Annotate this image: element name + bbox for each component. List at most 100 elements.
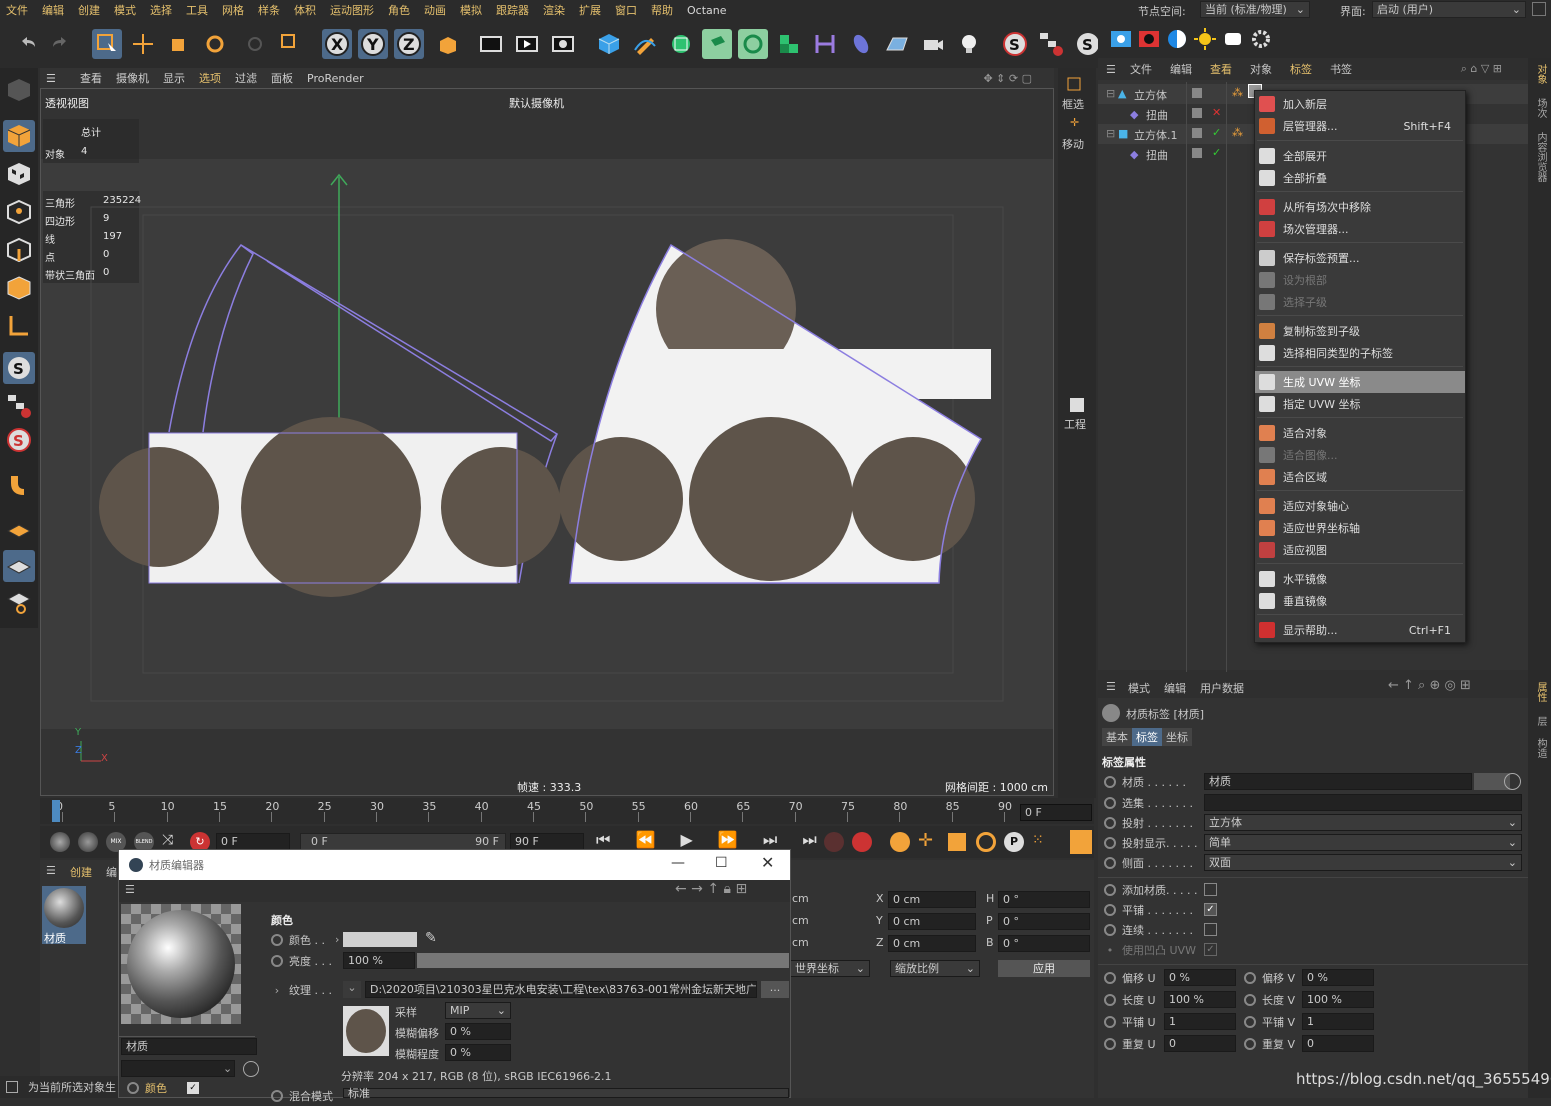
model-mode-icon[interactable] xyxy=(3,120,35,152)
context-menu-item[interactable]: 指定 UVW 坐标 xyxy=(1255,393,1465,415)
enabled-check-icon[interactable]: ✓ xyxy=(1212,146,1221,159)
blur-offset-field[interactable]: 0 % xyxy=(445,1023,511,1040)
expand-toggle-icon[interactable]: ⊟ xyxy=(1106,87,1115,100)
menu-item[interactable]: 文件 xyxy=(6,2,28,18)
tag-icon[interactable]: ⁂ xyxy=(1232,86,1243,99)
octane-live-viewer-icon[interactable] xyxy=(1106,24,1136,54)
om-hamburger-icon[interactable]: ☰ xyxy=(1106,63,1116,76)
playhead[interactable] xyxy=(52,800,60,822)
end-frame-field[interactable]: 90 F xyxy=(510,833,584,850)
tile-checkbox[interactable]: ✓ xyxy=(1204,903,1217,916)
side-tab-content-browser[interactable]: 内容浏览器 xyxy=(1533,132,1548,182)
vp-menu-display[interactable]: 显示 xyxy=(163,70,185,86)
move-tool-label[interactable]: 移动 xyxy=(1062,136,1084,152)
menu-item[interactable]: 动画 xyxy=(424,2,446,18)
sphere-shader-icon[interactable] xyxy=(78,832,98,852)
menu-item[interactable]: 跟踪器 xyxy=(496,2,529,18)
pen-spline-icon[interactable] xyxy=(630,29,660,59)
playback-controls[interactable]: ⏮ ⏪ ▶ ⏩ ⏭ ⏭ xyxy=(596,830,827,850)
anim-dot-icon[interactable] xyxy=(1104,857,1116,869)
om-menu-objects[interactable]: 对象 xyxy=(1250,61,1272,77)
anim-dot-icon[interactable] xyxy=(1244,972,1256,984)
visibility-icon[interactable] xyxy=(1192,128,1202,138)
axis-mode-icon[interactable] xyxy=(3,310,35,342)
brightness-field[interactable]: 100 % xyxy=(343,952,415,969)
tiles-v-field[interactable]: 1 xyxy=(1302,1013,1374,1030)
coord-b-field[interactable]: 0 ° xyxy=(998,935,1090,952)
light-icon[interactable] xyxy=(954,29,984,59)
blend-mode-select[interactable]: 标准 xyxy=(343,1087,789,1100)
timeline-ruler[interactable]: 051015202530354045505560657075808590 xyxy=(40,798,1094,824)
menu-hamburger-icon[interactable]: ☰ xyxy=(46,72,66,85)
menu-item[interactable]: 工具 xyxy=(186,2,208,18)
menu-item[interactable]: 扩展 xyxy=(579,2,601,18)
menu-item[interactable]: 编辑 xyxy=(42,2,64,18)
vp-menu-panel[interactable]: 面板 xyxy=(271,70,293,86)
texture-mode-icon[interactable] xyxy=(3,158,35,190)
anim-dot-icon[interactable] xyxy=(1104,1038,1116,1050)
expand-arrow-icon[interactable]: › xyxy=(265,984,289,997)
render-settings-icon[interactable] xyxy=(548,29,578,59)
tag-icon[interactable]: ⁂ xyxy=(1232,126,1243,139)
floor-icon[interactable] xyxy=(882,29,912,59)
project-icon[interactable] xyxy=(1070,398,1084,412)
anim-dot-icon[interactable] xyxy=(1104,797,1116,809)
cube-object-icon[interactable] xyxy=(594,29,624,59)
coord-x-field[interactable]: 0 cm xyxy=(888,891,976,908)
autokey-icon[interactable] xyxy=(824,832,844,852)
minimize-icon[interactable]: — xyxy=(671,855,685,871)
projection-display-select[interactable]: 简单 ⌄ xyxy=(1204,834,1522,851)
octane-s-icon[interactable]: S xyxy=(1000,29,1030,59)
dialog-hamburger-icon[interactable]: ☰ xyxy=(125,883,135,896)
color-swatch[interactable] xyxy=(343,932,417,947)
material-preview-icon[interactable] xyxy=(50,832,70,852)
menu-item[interactable]: 创建 xyxy=(78,2,100,18)
camera-icon[interactable] xyxy=(918,29,948,59)
octane-sun-icon[interactable] xyxy=(1190,24,1220,54)
anim-dot-icon[interactable] xyxy=(1104,776,1116,788)
dialog-titlebar[interactable]: 材质编辑器 — ☐ ✕ xyxy=(119,850,790,880)
menu-item[interactable]: 网格 xyxy=(222,2,244,18)
viewport-nav-icons[interactable]: ✥ ⇕ ⟳ ▢ xyxy=(983,72,1032,85)
box-select-mini-icon[interactable] xyxy=(1066,76,1086,94)
anim-dot-icon[interactable] xyxy=(1104,994,1116,1006)
visibility-icon[interactable] xyxy=(1192,148,1202,158)
disabled-x-icon[interactable]: ✕ xyxy=(1212,106,1221,119)
context-menu-item[interactable]: 适应视图 xyxy=(1255,539,1465,561)
vp-menu-view[interactable]: 查看 xyxy=(80,70,102,86)
anim-dot-icon[interactable] xyxy=(271,934,283,946)
enabled-check-icon[interactable]: ✓ xyxy=(1212,126,1221,139)
rotate-tool-icon[interactable] xyxy=(200,29,230,59)
context-menu-item[interactable]: 加入新层 xyxy=(1255,93,1465,115)
visibility-icon[interactable] xyxy=(1192,88,1202,98)
octane-material-icon[interactable] xyxy=(1162,24,1192,54)
tiles-u-field[interactable]: 1 xyxy=(1164,1013,1236,1030)
color-channel-checkbox[interactable]: ✓ xyxy=(187,1082,199,1094)
make-editable-icon[interactable] xyxy=(3,74,35,106)
offset-u-field[interactable]: 0 % xyxy=(1164,969,1236,986)
key-rotate-icon[interactable] xyxy=(976,832,996,852)
magnet-icon[interactable] xyxy=(3,468,35,500)
om-menu-edit[interactable]: 编辑 xyxy=(1170,61,1192,77)
key-pla-icon[interactable]: ⁙ xyxy=(1032,832,1044,848)
anim-dot-icon[interactable] xyxy=(1104,884,1116,896)
object-name[interactable]: 立方体.1 xyxy=(1134,127,1178,143)
eyedropper-icon[interactable]: ✎ xyxy=(425,930,437,946)
live-selection-icon[interactable] xyxy=(92,29,122,59)
record-icon[interactable] xyxy=(852,832,872,852)
apply-button[interactable]: 应用 xyxy=(998,960,1090,977)
pick-icon[interactable] xyxy=(243,1061,259,1077)
scale-mode-select[interactable]: 缩放比例 ⌄ xyxy=(890,960,980,977)
object-name[interactable]: 扭曲 xyxy=(1146,107,1168,123)
timeline-window-icon[interactable] xyxy=(1070,830,1092,854)
cloner-icon[interactable] xyxy=(774,29,804,59)
context-menu-item[interactable]: 垂直镜像 xyxy=(1255,590,1465,612)
vp-menu-filter[interactable]: 过滤 xyxy=(235,70,257,86)
locked-workplane-icon[interactable] xyxy=(3,586,35,618)
octane-s-red-icon[interactable]: S xyxy=(3,424,35,456)
offset-v-field[interactable]: 0 % xyxy=(1302,969,1374,986)
coordinate-system-icon[interactable] xyxy=(432,29,462,59)
context-menu-item[interactable]: 适合对象 xyxy=(1255,422,1465,444)
length-v-field[interactable]: 100 % xyxy=(1302,991,1374,1008)
polygons-mode-icon[interactable] xyxy=(3,272,35,304)
